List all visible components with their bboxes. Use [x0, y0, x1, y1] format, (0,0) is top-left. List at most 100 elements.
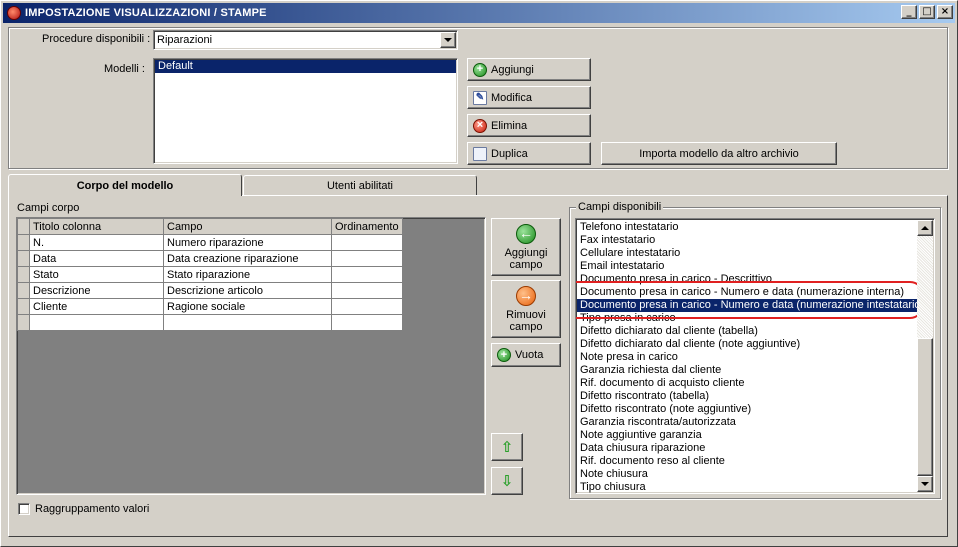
add-model-button[interactable]: + Aggiungi	[467, 58, 591, 81]
cell-titolo[interactable]: N.	[29, 234, 164, 251]
cell-ordinamento[interactable]	[331, 298, 403, 315]
list-item[interactable]: Data chiusura riparazione	[577, 442, 917, 455]
main-window: IMPOSTAZIONE VISUALIZZAZIONI / STAMPE _ …	[0, 0, 958, 547]
empty-column-label: Vuota	[515, 349, 544, 361]
cell-campo[interactable]: Descrizione articolo	[163, 282, 332, 299]
list-item[interactable]: Telefono intestatario	[577, 221, 917, 234]
grouping-checkbox[interactable]: Raggruppamento valori	[18, 503, 149, 515]
cell-titolo[interactable]: Descrizione	[29, 282, 164, 299]
edit-model-button[interactable]: ✎ Modifica	[467, 86, 591, 109]
add-field-label: Aggiungi campo	[504, 246, 548, 271]
plus-icon: +	[497, 348, 511, 362]
tab-corpo-label: Corpo del modello	[76, 179, 174, 192]
add-field-button[interactable]: ← Aggiungi campo	[491, 218, 561, 276]
table-row[interactable]: Data Data creazione riparazione	[17, 250, 403, 267]
row-header	[17, 298, 30, 315]
table-row[interactable]: Cliente Ragione sociale	[17, 298, 403, 315]
app-icon	[7, 6, 21, 20]
cell-titolo[interactable]	[29, 314, 164, 331]
import-model-button[interactable]: Importa modello da altro archivio	[601, 142, 837, 165]
procedure-dropdown[interactable]: Riparazioni	[153, 30, 458, 50]
models-list[interactable]: Default	[153, 58, 458, 164]
delete-model-button[interactable]: × Elimina	[467, 114, 591, 137]
available-scrollbar[interactable]	[917, 220, 933, 492]
list-item[interactable]: Difetto riscontrato (note aggiuntive)	[577, 403, 917, 416]
table-row[interactable]: N. Numero riparazione	[17, 234, 403, 251]
campi-disponibili-label: Campi disponibili	[576, 201, 664, 213]
list-item[interactable]: Cellulare intestatario	[577, 247, 917, 260]
tab-utenti-abilitati[interactable]: Utenti abilitati	[243, 175, 477, 195]
row-header	[17, 282, 30, 299]
maximize-button[interactable]: □	[919, 5, 935, 19]
cell-ordinamento[interactable]	[331, 282, 403, 299]
list-item[interactable]: Note chiusura	[577, 468, 917, 481]
campi-corpo-grid[interactable]: Titolo colonna Campo Ordinamento N. Nume…	[16, 217, 486, 495]
table-row[interactable]	[17, 314, 403, 331]
row-header	[17, 266, 30, 283]
cell-ordinamento[interactable]	[331, 234, 403, 251]
title-bar[interactable]: IMPOSTAZIONE VISUALIZZAZIONI / STAMPE _ …	[3, 3, 955, 23]
cell-campo[interactable]: Data creazione riparazione	[163, 250, 332, 267]
edit-model-label: Modifica	[491, 91, 532, 104]
grid-corner	[17, 218, 30, 235]
procedure-value: Riparazioni	[157, 34, 213, 46]
duplicate-icon	[473, 146, 487, 161]
cell-campo[interactable]: Ragione sociale	[163, 298, 332, 315]
list-item[interactable]: Note presa in carico	[577, 351, 917, 364]
delete-icon: ×	[473, 118, 487, 133]
cell-ordinamento[interactable]	[331, 266, 403, 283]
cell-campo[interactable]: Numero riparazione	[163, 234, 332, 251]
scroll-down-button[interactable]	[917, 476, 933, 492]
minimize-button[interactable]: _	[901, 5, 917, 19]
table-row[interactable]: Descrizione Descrizione articolo	[17, 282, 403, 299]
plus-icon: +	[473, 62, 487, 77]
model-item[interactable]: Default	[155, 60, 456, 73]
dropdown-arrow-button[interactable]	[440, 32, 456, 48]
available-fields-list[interactable]: Telefono intestatario Fax intestatario C…	[575, 218, 935, 494]
remove-field-label: Rimuovi campo	[506, 308, 546, 333]
list-item[interactable]: Difetto dichiarato dal cliente (note agg…	[577, 338, 917, 351]
list-item[interactable]: Email intestatario	[577, 260, 917, 273]
list-item[interactable]: Note aggiuntive garanzia	[577, 429, 917, 442]
highlight-annotation	[576, 281, 924, 319]
column-header-campo[interactable]: Campo	[163, 218, 332, 235]
list-item[interactable]: Garanzia richiesta dal cliente	[577, 364, 917, 377]
cell-titolo[interactable]: Data	[29, 250, 164, 267]
cell-campo[interactable]: Stato riparazione	[163, 266, 332, 283]
arrow-left-icon: ←	[516, 223, 536, 244]
move-up-button[interactable]: ⇧	[491, 433, 523, 461]
list-item[interactable]: Difetto dichiarato dal cliente (tabella)	[577, 325, 917, 338]
duplicate-model-label: Duplica	[491, 147, 528, 160]
empty-column-button[interactable]: + Vuota	[491, 343, 561, 367]
arrow-right-icon: →	[516, 285, 536, 306]
duplicate-model-button[interactable]: Duplica	[467, 142, 591, 165]
cell-campo[interactable]	[163, 314, 332, 331]
procedure-label: Procedure disponibili :	[42, 33, 151, 45]
chevron-down-icon	[921, 482, 929, 486]
checkbox-box[interactable]	[18, 503, 30, 515]
close-button[interactable]: ×	[937, 5, 953, 19]
row-header	[17, 250, 30, 267]
cell-ordinamento[interactable]	[331, 250, 403, 267]
list-item[interactable]: Garanzia riscontrata/autorizzata	[577, 416, 917, 429]
list-item[interactable]: Rif. documento reso al cliente	[577, 455, 917, 468]
list-item[interactable]: Rif. documento di acquisto cliente	[577, 377, 917, 390]
column-header-titolo[interactable]: Titolo colonna	[29, 218, 164, 235]
cell-titolo[interactable]: Cliente	[29, 298, 164, 315]
models-label: Modelli :	[104, 63, 145, 75]
cell-titolo[interactable]: Stato	[29, 266, 164, 283]
list-item[interactable]: Tipo chiusura	[577, 481, 917, 493]
move-down-button[interactable]: ⇩	[491, 467, 523, 495]
scroll-thumb[interactable]	[917, 338, 933, 476]
column-header-ordinamento[interactable]: Ordinamento	[331, 218, 403, 235]
table-row[interactable]: Stato Stato riparazione	[17, 266, 403, 283]
row-header	[17, 314, 30, 331]
list-item[interactable]: Fax intestatario	[577, 234, 917, 247]
scroll-up-button[interactable]	[917, 220, 933, 236]
row-header	[17, 234, 30, 251]
remove-field-button[interactable]: → Rimuovi campo	[491, 280, 561, 338]
cell-ordinamento[interactable]	[331, 314, 403, 331]
list-item[interactable]: Difetto riscontrato (tabella)	[577, 390, 917, 403]
tab-corpo-del-modello[interactable]: Corpo del modello	[8, 174, 242, 196]
chevron-up-icon	[921, 226, 929, 230]
